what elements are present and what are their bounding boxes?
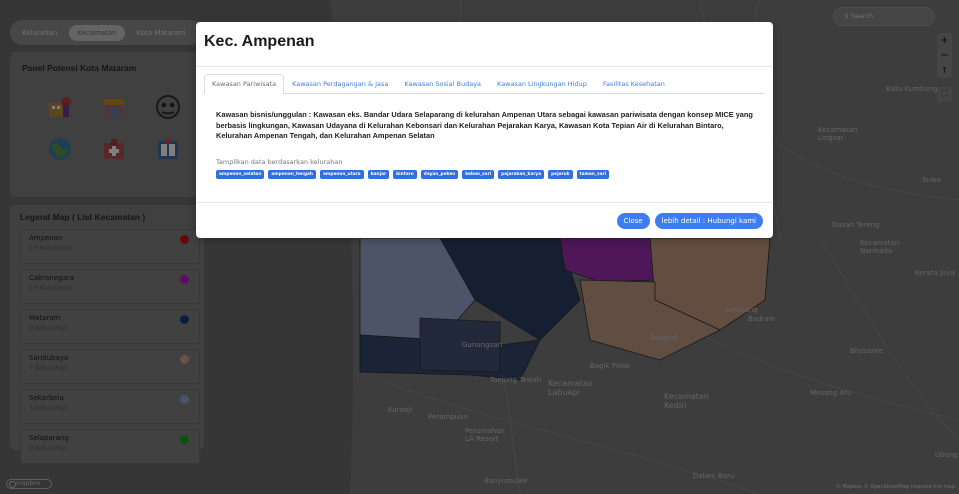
tab-kawasan-perdagangan-jasa[interactable]: Kawasan Perdagangan & Jasa (284, 74, 396, 94)
chip-pejeruk[interactable]: pejeruk (548, 170, 573, 179)
modal-tab-bar: Kawasan Pariwisata Kawasan Perdagangan &… (204, 74, 765, 94)
chip-ampenan-selatan[interactable]: ampenan_selatan (216, 170, 265, 179)
modal-footer-divider (196, 202, 773, 203)
chip-ampenan-utara[interactable]: ampenan_utara (320, 170, 364, 179)
chip-bintaro[interactable]: bintaro (393, 170, 417, 179)
modal-title: Kec. Ampenan (204, 33, 315, 50)
modal-header-divider (196, 66, 773, 67)
modal-footer: Close lebih detail : Hubungi kami (616, 213, 763, 229)
contact-button[interactable]: lebih detail : Hubungi kami (654, 213, 763, 229)
tab-kawasan-lingkungan-hidup[interactable]: Kawasan Lingkungan Hidup (489, 74, 595, 94)
kelurahan-filter-label: Tampilkan data berdasarkan kelurahan (216, 158, 343, 166)
kelurahan-chip-row: ampenan_selatan ampenan_tengah ampenan_u… (216, 170, 610, 179)
chip-taman-sari[interactable]: taman_sari (576, 170, 610, 179)
tab-kawasan-pariwisata[interactable]: Kawasan Pariwisata (204, 74, 285, 94)
close-button[interactable]: Close (616, 213, 650, 229)
tab-kawasan-sosial-budaya[interactable]: Kawasan Sosial Budaya (396, 74, 489, 94)
kecamatan-modal: Kec. Ampenan Kawasan Pariwisata Kawasan … (196, 22, 773, 238)
tab-fasilitas-kesehatan[interactable]: Fasilitas Kesehatan (595, 74, 673, 94)
chip-banjar[interactable]: banjar (367, 170, 390, 179)
chip-ampenan-tengah[interactable]: ampenan_tengah (268, 170, 316, 179)
chip-kebon-sari[interactable]: kebon_sari (462, 170, 495, 179)
tab-content-text: Kawasan bisnis/unggulan : Kawasan eks. B… (216, 110, 753, 141)
chip-dayan-peken[interactable]: dayan_peken (420, 170, 459, 179)
chip-pejarakan-karya[interactable]: pejarakan_karya (498, 170, 545, 179)
